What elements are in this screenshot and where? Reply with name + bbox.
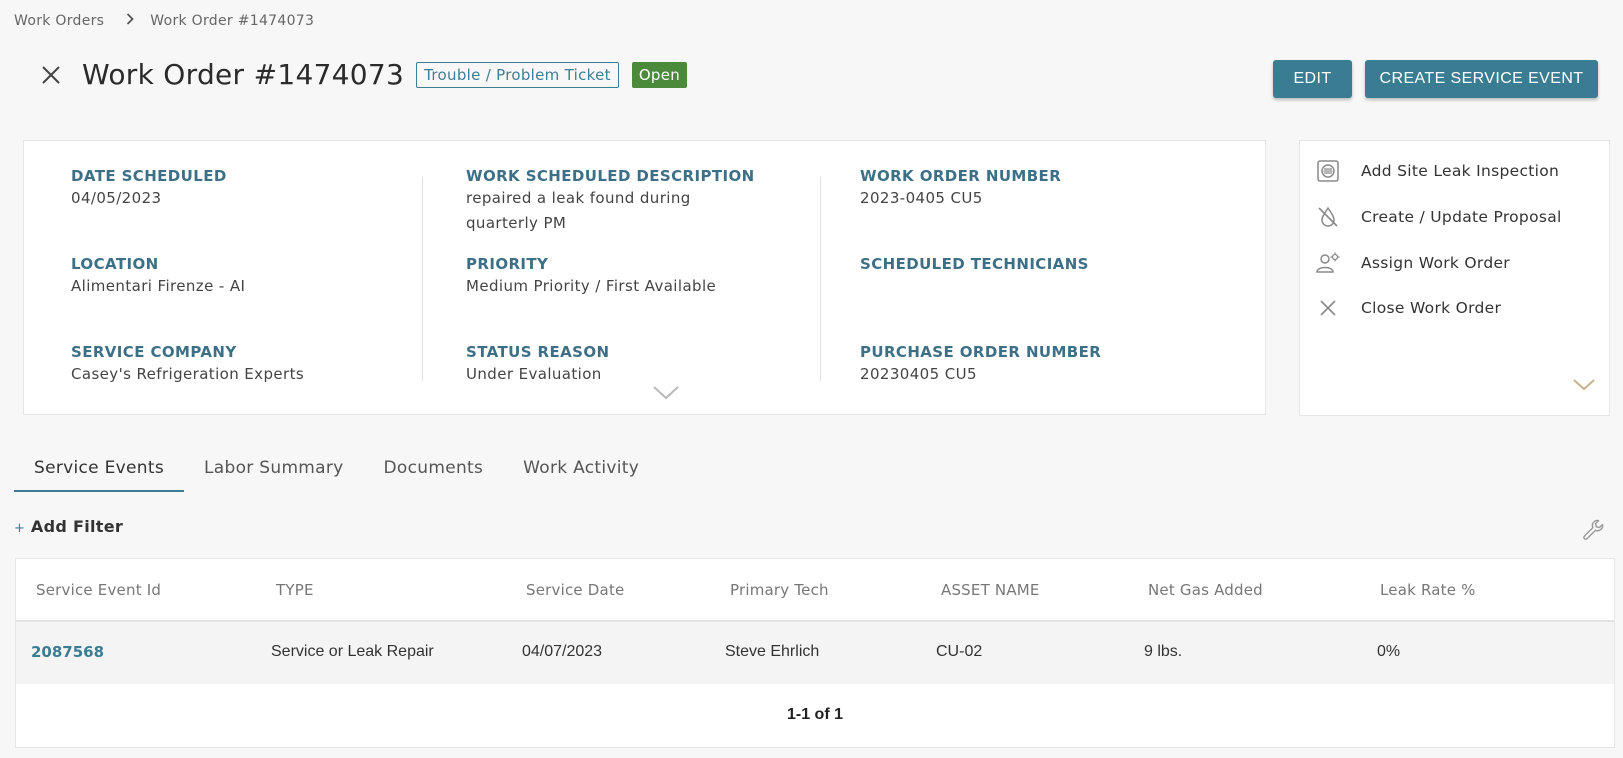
breadcrumb: Work Orders Work Order #1474073 bbox=[14, 13, 314, 29]
action-create-update-proposal[interactable]: Create / Update Proposal bbox=[1314, 203, 1562, 231]
close-icon[interactable] bbox=[36, 60, 66, 90]
column-header-net-gas-added[interactable]: Net Gas Added bbox=[1148, 581, 1263, 599]
action-label: Add Site Leak Inspection bbox=[1361, 162, 1560, 180]
tab-labor-summary[interactable]: Labor Summary bbox=[184, 450, 364, 492]
work-order-number-field: WORK ORDER NUMBER 2023-0405 CU5 bbox=[860, 167, 1061, 211]
location-value: Alimentari Firenze - AI bbox=[71, 277, 246, 295]
date-scheduled-label: DATE SCHEDULED bbox=[71, 167, 227, 185]
chevron-down-icon[interactable] bbox=[1572, 377, 1596, 396]
action-label: Create / Update Proposal bbox=[1361, 208, 1562, 226]
date-scheduled-field: DATE SCHEDULED 04/05/2023 bbox=[71, 167, 227, 211]
service-company-value: Casey's Refrigeration Experts bbox=[71, 365, 305, 383]
close-icon bbox=[1314, 294, 1342, 322]
column-header-service-date[interactable]: Service Date bbox=[526, 581, 624, 599]
location-label: LOCATION bbox=[71, 255, 159, 273]
cell-net-gas-added: 9 lbs. bbox=[1144, 643, 1183, 660]
work-order-number-value: 2023-0405 CU5 bbox=[860, 189, 983, 207]
add-filter-button[interactable]: + Add Filter bbox=[14, 517, 123, 536]
work-description-label: WORK SCHEDULED DESCRIPTION bbox=[466, 167, 755, 185]
cell-asset-name: CU-02 bbox=[936, 643, 983, 660]
service-company-label: SERVICE COMPANY bbox=[71, 343, 237, 361]
cell-leak-rate: 0% bbox=[1377, 643, 1401, 660]
wrench-icon[interactable] bbox=[1582, 518, 1606, 546]
action-label: Close Work Order bbox=[1361, 299, 1502, 317]
tab-work-activity[interactable]: Work Activity bbox=[503, 450, 659, 492]
column-header-leak-rate[interactable]: Leak Rate % bbox=[1380, 581, 1476, 599]
action-close-work-order[interactable]: Close Work Order bbox=[1314, 294, 1501, 322]
column-divider bbox=[820, 177, 821, 381]
tab-documents[interactable]: Documents bbox=[364, 450, 504, 492]
proposal-icon bbox=[1314, 203, 1342, 231]
scheduled-technicians-label: SCHEDULED TECHNICIANS bbox=[860, 255, 1089, 273]
column-header-asset-name[interactable]: ASSET NAME bbox=[941, 581, 1040, 599]
plus-icon: + bbox=[14, 520, 25, 536]
cell-service-date: 04/07/2023 bbox=[522, 643, 603, 660]
column-divider bbox=[422, 177, 423, 381]
breadcrumb-work-orders-link[interactable]: Work Orders bbox=[14, 13, 104, 29]
breadcrumb-current: Work Order #1474073 bbox=[150, 13, 315, 29]
table-header: Service Event Id TYPE Service Date Prima… bbox=[16, 559, 1614, 622]
action-assign-work-order[interactable]: Assign Work Order bbox=[1314, 249, 1510, 277]
action-label: Assign Work Order bbox=[1361, 254, 1510, 272]
priority-value: Medium Priority / First Available bbox=[466, 277, 717, 295]
priority-label: PRIORITY bbox=[466, 255, 549, 273]
column-header-type[interactable]: TYPE bbox=[276, 581, 314, 599]
status-badge: Open bbox=[631, 61, 688, 88]
actions-panel: Add Site Leak Inspection Create / Update… bbox=[1299, 140, 1610, 416]
table-row[interactable]: 2087568 Service or Leak Repair 04/07/202… bbox=[16, 622, 1614, 684]
page-title: Work Order #1474073 bbox=[82, 58, 405, 91]
cell-type: Service or Leak Repair bbox=[271, 643, 434, 660]
date-scheduled-value: 04/05/2023 bbox=[71, 189, 162, 207]
tab-bar: Service Events Labor Summary Documents W… bbox=[14, 450, 659, 492]
purchase-order-number-value: 20230405 CU5 bbox=[860, 365, 977, 383]
inspection-icon bbox=[1314, 157, 1342, 185]
chevron-right-icon bbox=[126, 13, 135, 29]
page-header: Work Order #1474073 Trouble / Problem Ti… bbox=[36, 58, 688, 91]
pagination-label: 1-1 of 1 bbox=[786, 706, 843, 723]
service-event-id-link[interactable]: 2087568 bbox=[31, 643, 104, 661]
action-add-site-leak-inspection[interactable]: Add Site Leak Inspection bbox=[1314, 157, 1559, 185]
purchase-order-number-field: PURCHASE ORDER NUMBER 20230405 CU5 bbox=[860, 343, 1101, 387]
type-badge: Trouble / Problem Ticket bbox=[416, 61, 619, 88]
tab-service-events[interactable]: Service Events bbox=[14, 450, 184, 492]
service-events-table: Service Event Id TYPE Service Date Prima… bbox=[15, 558, 1615, 748]
create-service-event-button[interactable]: CREATE SERVICE EVENT bbox=[1365, 60, 1598, 98]
location-field: LOCATION Alimentari Firenze - AI bbox=[71, 255, 245, 299]
service-company-field: SERVICE COMPANY Casey's Refrigeration Ex… bbox=[71, 343, 304, 387]
status-reason-label: STATUS REASON bbox=[466, 343, 610, 361]
cell-primary-tech: Steve Ehrlich bbox=[725, 643, 820, 660]
column-header-primary-tech[interactable]: Primary Tech bbox=[730, 581, 829, 599]
status-reason-value: Under Evaluation bbox=[466, 365, 602, 383]
work-order-number-label: WORK ORDER NUMBER bbox=[860, 167, 1062, 185]
edit-button[interactable]: EDIT bbox=[1273, 60, 1352, 98]
priority-field: PRIORITY Medium Priority / First Availab… bbox=[466, 255, 716, 299]
work-order-details-card: DATE SCHEDULED 04/05/2023 LOCATION Alime… bbox=[23, 140, 1266, 415]
add-filter-label: Add Filter bbox=[30, 517, 124, 536]
work-description-field: WORK SCHEDULED DESCRIPTION repaired a le… bbox=[466, 167, 755, 236]
scheduled-technicians-field: SCHEDULED TECHNICIANS bbox=[860, 255, 1089, 274]
column-header-service-event-id[interactable]: Service Event Id bbox=[36, 581, 161, 599]
status-reason-field: STATUS REASON Under Evaluation bbox=[466, 343, 609, 387]
chevron-down-icon[interactable] bbox=[652, 385, 680, 405]
work-description-line-1: repaired a leak found during bbox=[466, 189, 691, 207]
work-description-line-2: quarterly PM bbox=[466, 214, 567, 232]
assign-technician-icon bbox=[1314, 249, 1342, 277]
purchase-order-number-label: PURCHASE ORDER NUMBER bbox=[860, 343, 1102, 361]
